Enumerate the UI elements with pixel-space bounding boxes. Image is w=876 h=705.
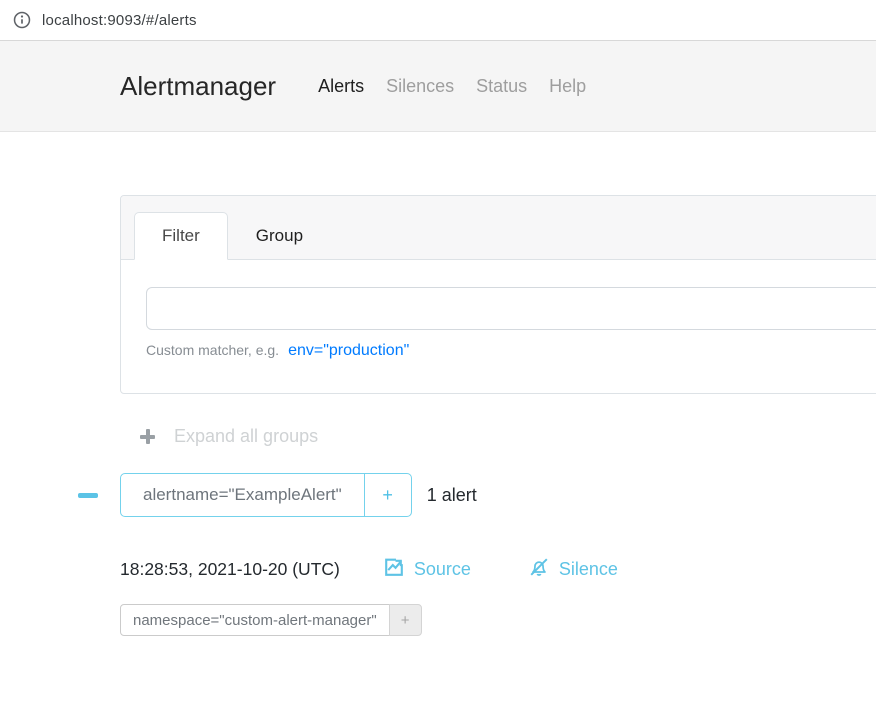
alert-label-text: namespace="custom-alert-manager" [120,604,390,636]
alert-detail-row: 18:28:53, 2021-10-20 (UTC) Source Silenc… [120,556,876,583]
expand-all-groups-button[interactable]: Expand all groups [140,426,876,447]
filter-card: Filter Group Custom matcher, e.g. env="p… [120,195,876,394]
source-link[interactable]: Source [383,556,471,583]
alert-label-chip: namespace="custom-alert-manager" + [120,604,422,636]
filter-card-body: Custom matcher, e.g. env="production" [121,260,876,393]
alert-timestamp: 18:28:53, 2021-10-20 (UTC) [120,559,340,580]
source-link-label: Source [414,559,471,580]
alert-count-label: 1 alert [427,485,477,506]
bell-slash-icon [528,556,550,583]
silence-button[interactable]: Silence [528,556,618,583]
collapse-group-icon[interactable] [78,493,98,498]
url-text[interactable]: localhost:9093/#/alerts [42,12,197,29]
hint-example-link[interactable]: env="production" [288,342,409,360]
tab-group[interactable]: Group [228,212,331,260]
app-navbar: Alertmanager Alerts Silences Status Help [0,41,876,132]
alert-group-row: alertname="ExampleAlert" + 1 alert [0,473,876,517]
nav-item-alerts[interactable]: Alerts [307,76,375,97]
matcher-filter-input[interactable] [146,287,876,330]
plus-icon [140,429,155,444]
filter-tabs: Filter Group [134,212,876,260]
hint-text: Custom matcher, e.g. [146,342,279,358]
matcher-hint: Custom matcher, e.g. env="production" [146,342,876,360]
brand-title[interactable]: Alertmanager [120,71,276,102]
group-matcher-button[interactable]: alertname="ExampleAlert" + [120,473,412,517]
nav-item-silences[interactable]: Silences [375,76,465,97]
nav-item-status[interactable]: Status [465,76,538,97]
expand-all-groups-label: Expand all groups [174,426,318,447]
chart-line-icon [383,556,405,583]
group-matcher-label[interactable]: alertname="ExampleAlert" [121,474,364,516]
tab-filter[interactable]: Filter [134,212,228,260]
browser-url-bar: localhost:9093/#/alerts [0,0,876,41]
info-circle-icon[interactable] [13,11,31,29]
silence-button-label: Silence [559,559,618,580]
label-add-filter-button[interactable]: + [389,604,422,636]
group-add-filter-button[interactable]: + [364,474,411,516]
nav-item-help[interactable]: Help [538,76,597,97]
main-nav: Alerts Silences Status Help [307,76,597,97]
filter-card-header: Filter Group [121,196,876,260]
